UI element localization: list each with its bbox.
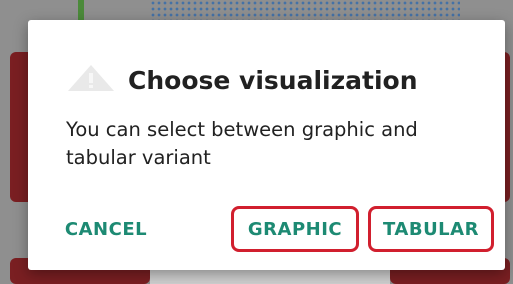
graphic-button[interactable]: GRAPHIC (231, 206, 359, 252)
cancel-button[interactable]: CANCEL (56, 206, 156, 252)
choose-visualization-dialog: Choose visualization You can select betw… (28, 20, 505, 270)
background-marker (78, 0, 84, 20)
background-pattern (150, 0, 460, 22)
dialog-header: Choose visualization (66, 60, 418, 100)
dialog-title: Choose visualization (128, 65, 418, 95)
warning-icon (66, 63, 128, 97)
tabular-button[interactable]: TABULAR (368, 206, 494, 252)
dialog-message: You can select between graphic and tabul… (66, 118, 418, 169)
